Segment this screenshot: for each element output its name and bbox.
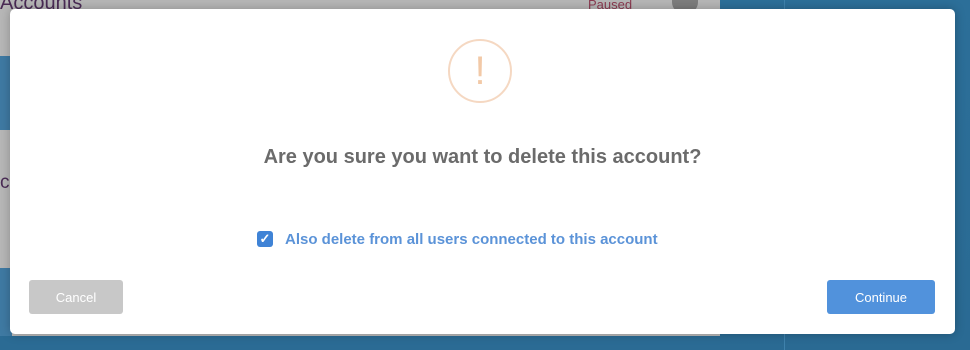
exclamation-icon: ! — [448, 39, 512, 103]
background-row-text: c — [0, 172, 10, 193]
background-bottom-strip — [0, 336, 720, 350]
delete-account-dialog: ! Are you sure you want to delete this a… — [10, 9, 955, 334]
delete-from-users-checkbox[interactable]: ✓ — [257, 231, 273, 247]
cancel-button[interactable]: Cancel — [29, 280, 123, 314]
dialog-question: Are you sure you want to delete this acc… — [263, 146, 702, 168]
delete-from-users-label[interactable]: Also delete from all users connected to … — [285, 231, 658, 248]
checkmark-icon: ✓ — [259, 231, 271, 246]
continue-button[interactable]: Continue — [827, 280, 935, 314]
delete-from-users-option[interactable]: ✓ Also delete from all users connected t… — [257, 228, 658, 250]
